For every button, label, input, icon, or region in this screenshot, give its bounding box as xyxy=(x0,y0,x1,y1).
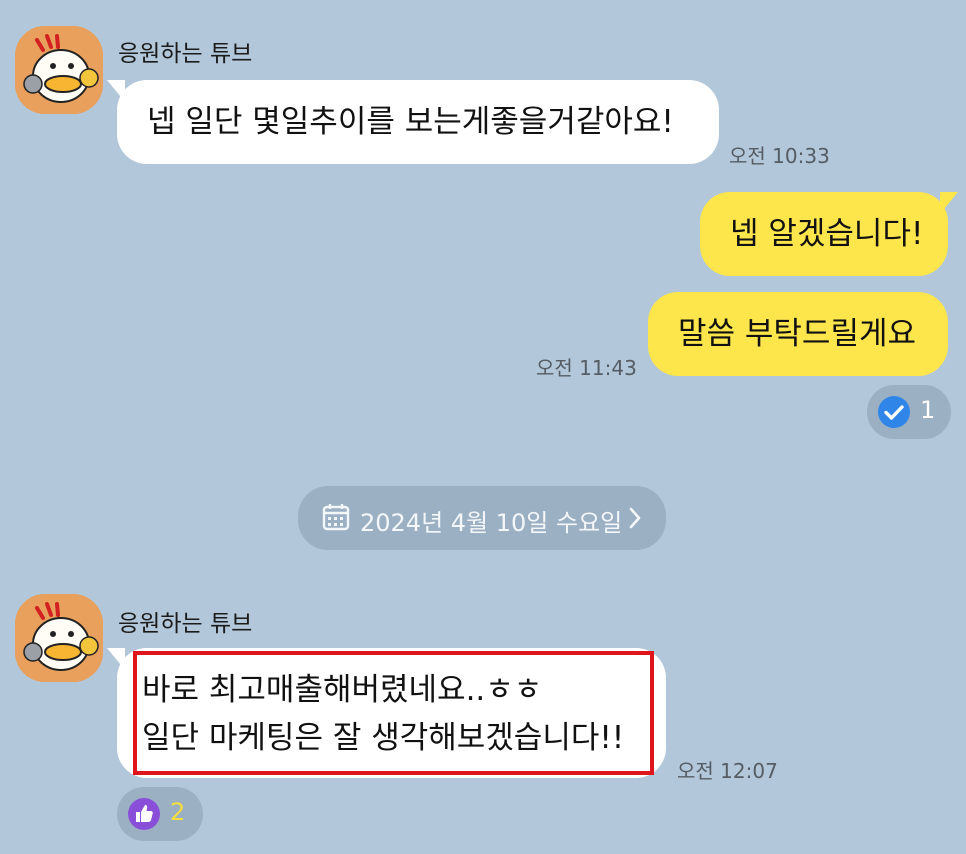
reaction-count: 1 xyxy=(920,396,936,424)
incoming-message-bubble[interactable]: 넵 일단 몇일추이를 보는게좋을거같아요! xyxy=(107,80,719,164)
date-divider-text: 2024년 4월 10일 수요일 xyxy=(360,509,623,537)
outgoing-message-bubble[interactable]: 넵 알겠습니다! xyxy=(700,192,958,276)
outgoing-message-bubble[interactable]: 말씀 부탁드릴게요 xyxy=(648,292,948,376)
message-line: 일단 마케팅은 잘 생각해보겠습니다!! xyxy=(142,720,625,756)
sender-name: 응원하는 튜브 xyxy=(118,41,253,67)
reaction-pill[interactable]: 1 xyxy=(867,385,951,439)
message-time: 오전 12:07 xyxy=(677,759,778,783)
date-divider[interactable]: 2024년 4월 10일 수요일 xyxy=(298,486,666,550)
sender-name: 응원하는 튜브 xyxy=(118,611,253,637)
message-text-block: 바로 최고매출해버렸네요..ㅎㅎ 일단 마케팅은 잘 생각해보겠습니다!! xyxy=(142,666,624,762)
chevron-right-icon xyxy=(629,507,641,529)
message-time: 오전 11:43 xyxy=(536,356,637,380)
sender-avatar[interactable] xyxy=(15,594,103,682)
check-circle-icon xyxy=(878,396,910,428)
message-text: 넵 일단 몇일추이를 보는게좋을거같아요! xyxy=(147,104,674,140)
message-text: 넵 알겠습니다! xyxy=(730,216,924,252)
message-time: 오전 10:33 xyxy=(729,144,830,168)
message-line: 바로 최고매출해버렸네요..ㅎㅎ xyxy=(142,672,543,708)
calendar-icon xyxy=(322,504,350,531)
sender-avatar[interactable] xyxy=(15,26,103,114)
reaction-count: 2 xyxy=(170,798,186,826)
message-text: 말씀 부탁드릴게요 xyxy=(678,316,917,352)
tube-character-icon xyxy=(15,26,103,114)
thumbs-up-icon xyxy=(128,798,160,830)
tube-character-icon xyxy=(15,594,103,682)
reaction-pill[interactable]: 2 xyxy=(117,787,203,841)
